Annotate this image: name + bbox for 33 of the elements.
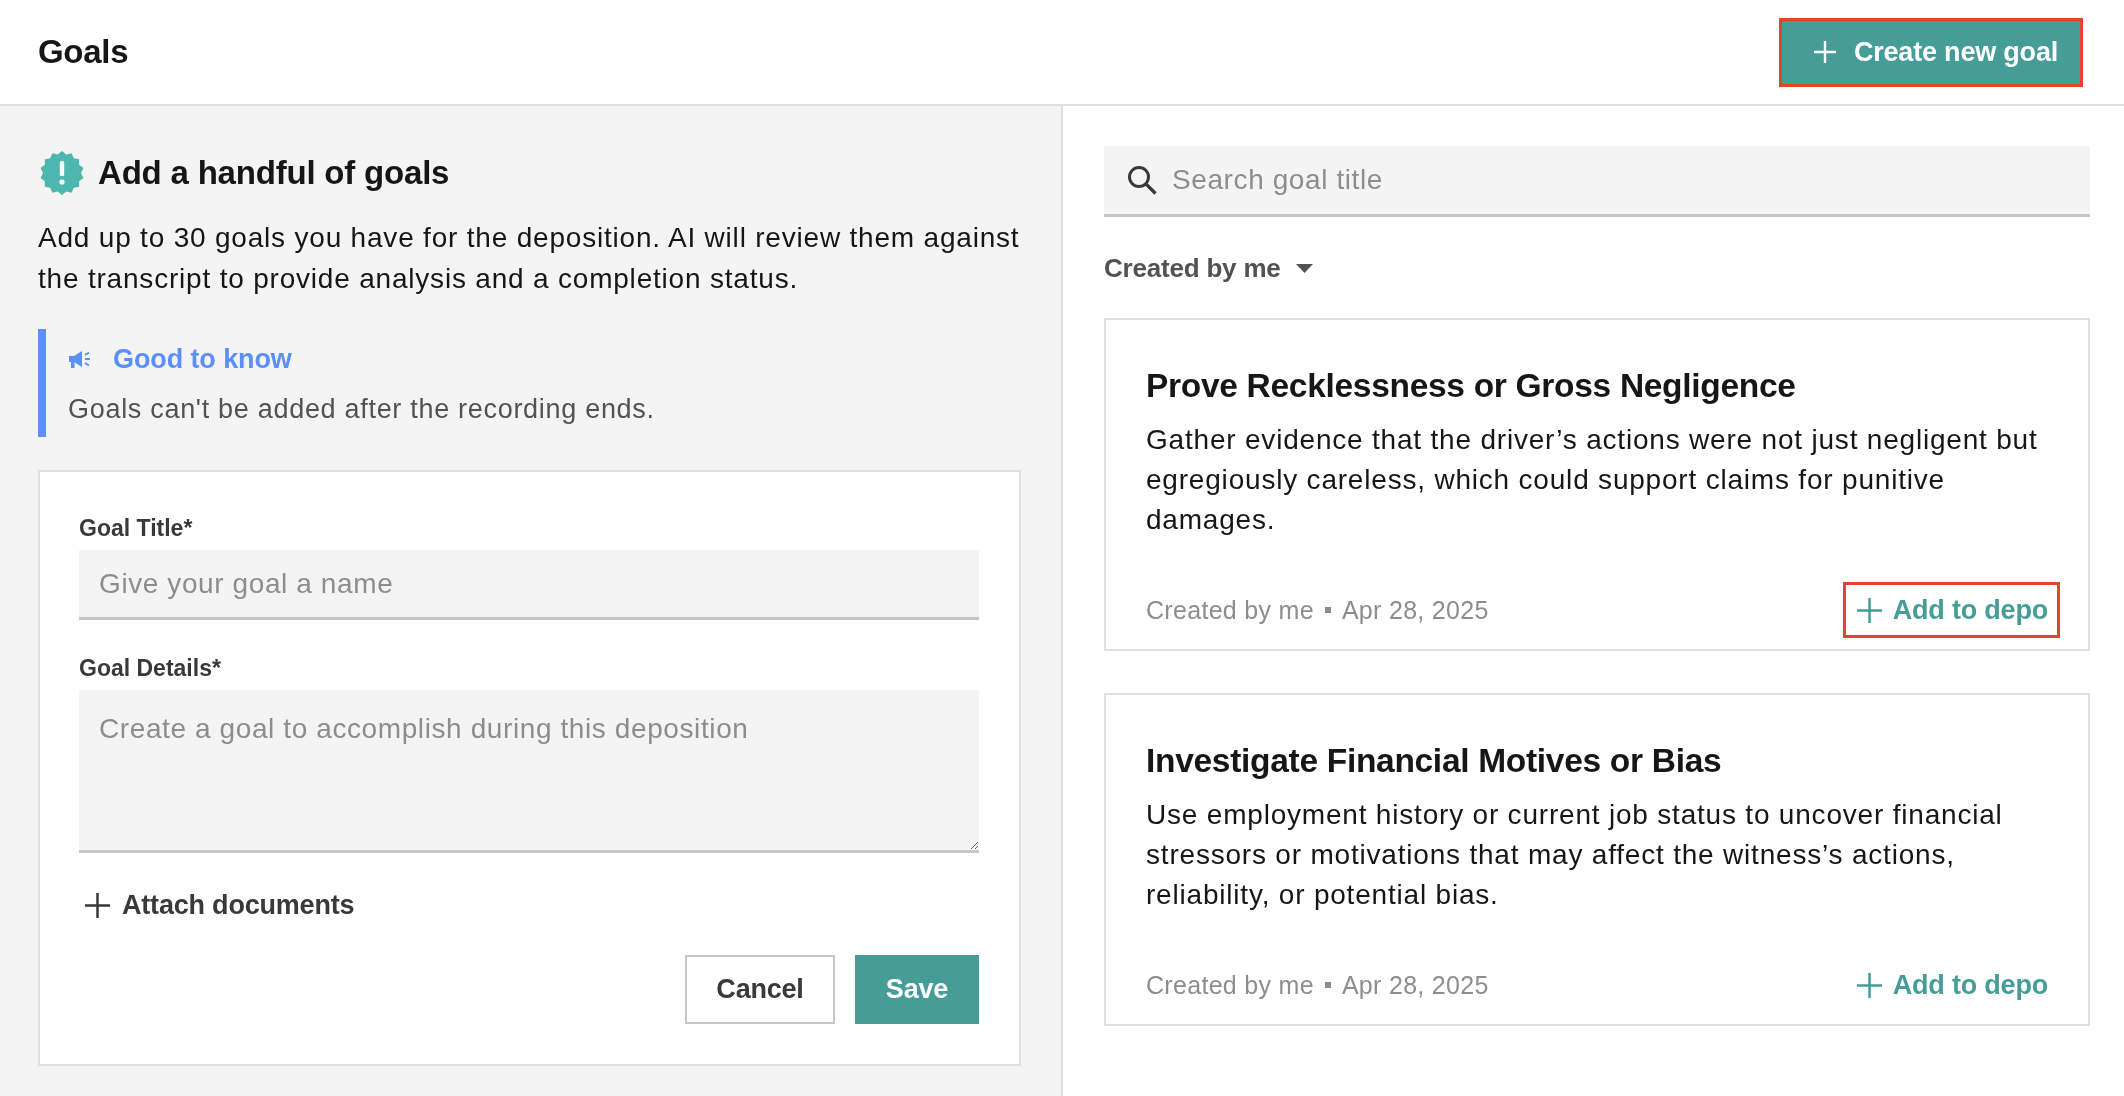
plus-icon — [1813, 41, 1836, 63]
goal-author: Created by me — [1146, 595, 1314, 625]
goal-date: Apr 28, 2025 — [1341, 595, 1489, 625]
plus-icon — [85, 892, 110, 918]
filter-dropdown[interactable]: Created by me — [1104, 250, 1313, 286]
create-goal-button[interactable]: Create new goal — [1778, 17, 2083, 87]
cancel-button[interactable]: Cancel — [685, 955, 835, 1024]
plus-icon — [1856, 597, 1882, 623]
search-icon — [1127, 165, 1157, 195]
save-button[interactable]: Save — [855, 955, 979, 1024]
goal-description: Use employment history or current job status to uncover financial stressors or motivations that may affect the witness’s actions, reliability, or potential bias. — [1146, 798, 2004, 912]
goal-description: Gather evidence that the driver’s actions were not just negligent but egregiously careless, which could support claims for punitive damages. — [1146, 423, 2039, 537]
text-input[interactable]: Give your goal a name — [79, 550, 979, 620]
alert-badge-icon — [40, 151, 84, 195]
goal-date: Apr 28, 2025 — [1341, 970, 1489, 1000]
plus-icon — [1856, 972, 1882, 998]
textarea-field[interactable]: Create a goal to accomplish during this deposition — [79, 690, 979, 853]
callout-text: Goals can't be added after the recording ends. — [68, 393, 656, 426]
goal-title: Investigate Financial Motives or Bias — [1146, 741, 1723, 781]
goal-title: Prove Recklessness or Gross Negligence — [1146, 366, 1797, 406]
attach-documents-button[interactable]: Attach documents — [79, 887, 355, 923]
add-to-depo-button[interactable]: Add to depo — [1842, 582, 2060, 638]
megaphone-icon — [68, 349, 93, 369]
goal-author: Created by me — [1146, 970, 1314, 1000]
search-field[interactable]: Search goal title — [1104, 146, 2090, 217]
field-label: Goal Details* — [79, 654, 222, 682]
callout-title: Good to know — [113, 343, 292, 375]
section-description: Add up to 30 goals you have for the deposition. AI will review them against the transcript to provide analysis and a completion status. — [38, 221, 1021, 296]
caret-icon — [1295, 263, 1313, 273]
add-to-depo-button[interactable]: Add to depo — [1842, 957, 2060, 1013]
page-title: Goals — [38, 32, 129, 72]
field-label: Goal Title* — [79, 514, 194, 542]
section-heading: Add a handful of goals — [98, 153, 450, 193]
